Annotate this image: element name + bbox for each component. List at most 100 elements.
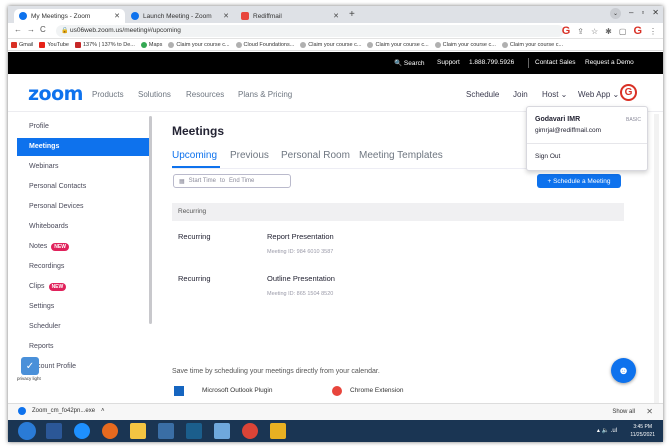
start-button-icon[interactable] (18, 422, 36, 440)
bookmark-youtube[interactable]: YouTube (39, 41, 69, 48)
nav-schedule[interactable]: Schedule (466, 90, 499, 99)
reload-icon[interactable]: C (40, 25, 46, 34)
browser-tab-rediffmail[interactable]: Rediffmail ✕ (236, 9, 344, 23)
google-icon[interactable]: G (562, 25, 571, 37)
bookmark-item[interactable]: Cloud Foundations... (235, 41, 294, 48)
divider (527, 143, 647, 144)
address-bar[interactable]: 🔒 us06web.zoom.us/meeting#/upcoming (56, 25, 564, 37)
close-window-icon[interactable]: ✕ (652, 8, 659, 19)
sidebar-item-label: Reports (29, 343, 54, 350)
close-tab-icon[interactable]: ✕ (223, 12, 229, 20)
schedule-meeting-button[interactable]: + Schedule a Meeting (537, 174, 621, 188)
chevron-up-icon[interactable]: ˄ (101, 408, 105, 414)
nav-resources[interactable]: Resources (186, 90, 224, 99)
chrome-extension-link[interactable]: Chrome Extension (350, 387, 403, 394)
new-tab-button[interactable]: + (349, 9, 355, 20)
sidebar-item-whiteboards[interactable]: Whiteboards (17, 218, 149, 236)
bookmark-maps[interactable]: Maps (140, 41, 162, 48)
extensions-icon[interactable]: ✱ (605, 27, 612, 36)
sidebar-item-profile[interactable]: Profile (17, 118, 149, 136)
nav-plans-pricing[interactable]: Plans & Pricing (238, 90, 292, 99)
chrome-taskbar-icon[interactable] (242, 423, 258, 439)
start-time-field[interactable]: Start Time (189, 178, 216, 184)
browser-tab-my-meetings[interactable]: My Meetings - Zoom ✕ (14, 9, 125, 23)
browser-tab-launch-meeting[interactable]: Launch Meeting - Zoom ✕ (126, 9, 234, 23)
meeting-title-link[interactable]: Report Presentation (267, 232, 334, 241)
file-explorer-icon[interactable] (130, 423, 146, 439)
shield-icon[interactable]: ✓ (21, 357, 39, 375)
sign-out-link[interactable]: Sign Out (535, 153, 560, 160)
sidepanel-icon[interactable]: ▢ (619, 27, 627, 36)
bookmark-item[interactable]: Claim your course c... (501, 41, 563, 48)
minimize-icon[interactable]: – (629, 8, 633, 19)
sidebar-item-notes[interactable]: Notes NEW (17, 238, 149, 256)
window-icon[interactable] (214, 423, 230, 439)
close-tab-icon[interactable]: ✕ (333, 12, 339, 20)
system-clock[interactable]: 3:45 PM 11/25/2021 (630, 423, 655, 439)
tab-meeting-templates[interactable]: Meeting Templates (359, 150, 443, 161)
bookmark-item[interactable]: Claim your course c... (168, 41, 230, 48)
nav-join[interactable]: Join (513, 90, 528, 99)
calculator-icon[interactable] (158, 423, 174, 439)
nav-host[interactable]: Host ⌄ (542, 90, 567, 99)
sidebar-item-webinars[interactable]: Webinars (17, 158, 149, 176)
bookmark-gmail[interactable]: Gmail (11, 41, 33, 48)
word-icon[interactable] (186, 423, 202, 439)
tab-search-icon[interactable]: ⌄ (610, 8, 621, 19)
chat-bot-icon[interactable]: ☻ (611, 358, 636, 383)
sidebar-item-clips[interactable]: Clips NEW (17, 278, 149, 296)
sidebar-item-recordings[interactable]: Recordings (17, 258, 149, 276)
outlook-plugin-link[interactable]: Microsoft Outlook Plugin (202, 387, 272, 394)
date-range-picker[interactable]: ▦ Start Time to End Time (173, 174, 291, 188)
firefox-icon[interactable] (102, 423, 118, 439)
nav-web-app[interactable]: Web App ⌄ (578, 90, 619, 99)
profile-avatar[interactable]: G (620, 84, 637, 101)
phone-link[interactable]: 1.888.799.5926 (469, 59, 514, 66)
bookmark-label: 137% | 137% to De... (83, 41, 135, 48)
bookmark-item[interactable]: Claim your course c... (300, 41, 361, 48)
sidebar-scrollbar[interactable] (149, 116, 152, 324)
tab-previous[interactable]: Previous (230, 150, 269, 161)
zoom-logo[interactable]: zoom (28, 83, 83, 105)
bookmark-item[interactable]: Claim your course c... (434, 41, 496, 48)
download-item[interactable]: Zoom_cm_fo42pn...exe ˄ (18, 407, 105, 415)
sidebar-item-personal-devices[interactable]: Personal Devices (17, 198, 149, 216)
tab-upcoming[interactable]: Upcoming (172, 150, 217, 161)
meeting-type: Recurring (178, 274, 211, 283)
nav-products[interactable]: Products (92, 90, 124, 99)
back-arrow-icon[interactable]: ← (14, 25, 22, 34)
close-tab-icon[interactable]: ✕ (114, 12, 120, 20)
show-all-button[interactable]: Show all (612, 409, 635, 415)
share-icon[interactable]: ⇪ (577, 27, 584, 36)
warning-app-icon[interactable] (270, 423, 286, 439)
meeting-title-link[interactable]: Outline Presentation (267, 274, 335, 283)
browser-toolbar: ← → C 🔒 us06web.zoom.us/meeting#/upcomin… (8, 23, 663, 39)
sidebar-item-scheduler[interactable]: Scheduler (17, 318, 149, 336)
sidebar-item-label: Settings (29, 303, 55, 310)
bookmark-star-icon[interactable]: ☆ (591, 27, 598, 36)
forward-arrow-icon[interactable]: → (27, 25, 35, 34)
page-scrollbar[interactable] (654, 114, 659, 404)
maps-pin-icon (140, 41, 147, 48)
menu-kebab-icon[interactable]: ⋮ (649, 27, 657, 36)
support-link[interactable]: Support (437, 59, 460, 66)
bookmark-item[interactable]: 137% | 137% to De... (75, 41, 135, 48)
end-time-field[interactable]: End Time (229, 178, 254, 184)
media-player-icon[interactable] (46, 423, 62, 439)
system-tray[interactable]: ▴ 🔈 .ul (597, 427, 617, 434)
bookmark-item[interactable]: Claim your course c... (367, 41, 429, 48)
request-demo-link[interactable]: Request a Demo (585, 59, 634, 66)
internet-explorer-icon[interactable] (74, 423, 90, 439)
sidebar-item-reports[interactable]: Reports (17, 338, 149, 356)
search-icon: 🔍 (394, 60, 403, 67)
search-link[interactable]: 🔍 Search (394, 59, 425, 67)
maximize-icon[interactable]: ▫ (641, 8, 644, 19)
close-shelf-icon[interactable]: ✕ (646, 407, 653, 416)
google-account-icon[interactable]: G (633, 25, 642, 37)
sidebar-item-meetings[interactable]: Meetings (17, 138, 149, 156)
sidebar-item-settings[interactable]: Settings (17, 298, 149, 316)
nav-solutions[interactable]: Solutions (138, 90, 171, 99)
tab-personal-room[interactable]: Personal Room (281, 150, 350, 161)
contact-sales-link[interactable]: Contact Sales (535, 59, 575, 66)
sidebar-item-personal-contacts[interactable]: Personal Contacts (17, 178, 149, 196)
